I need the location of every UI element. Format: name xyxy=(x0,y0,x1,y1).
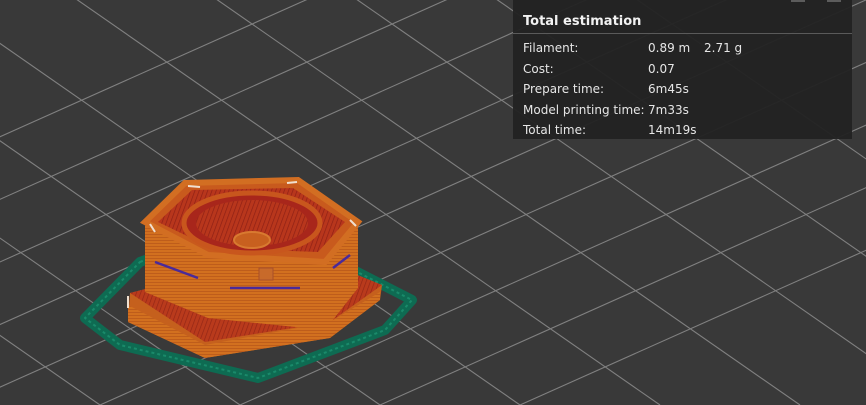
estimation-row-prepare-time: Prepare time: 6m45s xyxy=(513,79,852,100)
row-extra: 2.71 g xyxy=(704,41,743,56)
estimation-row-total-time: Total time: 14m19s xyxy=(513,120,852,141)
estimation-title: Total estimation xyxy=(523,13,642,29)
row-label: Model printing time: xyxy=(523,102,645,117)
estimation-row-model-printing-time: Model printing time: 7m33s xyxy=(513,100,852,121)
row-value: 6m45s xyxy=(648,82,689,97)
estimation-panel: Total estimation Filament: 0.89 m 2.71 g… xyxy=(513,0,852,139)
estimation-header: Total estimation xyxy=(513,0,852,34)
row-value: 0.89 m xyxy=(648,41,691,56)
estimation-row-cost: Cost: 0.07 xyxy=(513,59,852,80)
row-value: 14m19s xyxy=(648,123,697,138)
row-value: 7m33s xyxy=(648,102,689,117)
estimation-row-filament: Filament: 0.89 m 2.71 g xyxy=(513,38,852,59)
row-label: Cost: xyxy=(523,61,554,76)
estimation-rows: Filament: 0.89 m 2.71 g Cost: 0.07 Prepa… xyxy=(513,34,852,141)
row-label: Filament: xyxy=(523,41,579,56)
row-label: Total time: xyxy=(523,123,586,138)
3d-preview-viewport[interactable]: Total estimation Filament: 0.89 m 2.71 g… xyxy=(0,0,866,405)
row-value: 0.07 xyxy=(648,61,675,76)
row-label: Prepare time: xyxy=(523,82,605,97)
